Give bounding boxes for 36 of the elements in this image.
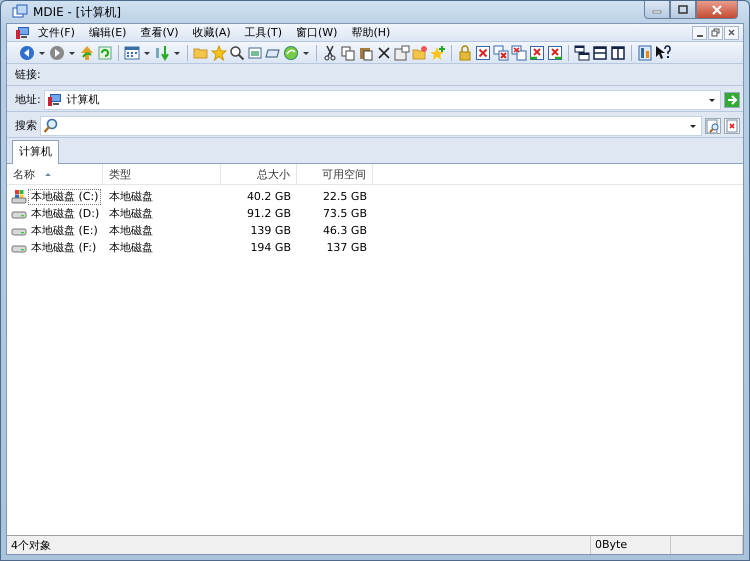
column-header[interactable]: 类型 bbox=[103, 164, 221, 184]
links-label: 链接: bbox=[15, 67, 41, 82]
address-label: 地址: bbox=[15, 92, 41, 107]
status-text: 4个对象 bbox=[11, 539, 51, 552]
menu-item[interactable]: 工具(T) bbox=[238, 24, 289, 41]
type-cell-text: 本地磁盘 bbox=[108, 223, 154, 238]
menu-item[interactable]: 查看(V) bbox=[133, 24, 186, 41]
total-size-cell-text: 194 GB bbox=[249, 241, 292, 254]
free-space-cell-text: 22.5 GB bbox=[322, 190, 368, 203]
drive-name[interactable]: 本地磁盘 (D:) bbox=[28, 206, 102, 222]
total-size-cell-text: 91.2 GB bbox=[246, 207, 292, 220]
drive-name[interactable]: 本地磁盘 (F:) bbox=[28, 240, 100, 256]
status-text: 0Byte bbox=[595, 538, 628, 551]
window-title: MDIE - [计算机] bbox=[33, 4, 122, 20]
menu-item[interactable]: 编辑(E) bbox=[82, 24, 134, 41]
address-text: 计算机 bbox=[66, 92, 101, 107]
type-cell-text: 本地磁盘 bbox=[108, 240, 154, 255]
tab[interactable]: 计算机 bbox=[12, 140, 59, 164]
address-field[interactable]: 计算机 bbox=[44, 90, 721, 110]
drive-name[interactable]: 本地磁盘 (E:) bbox=[28, 222, 101, 238]
type-cell-text: 本地磁盘 bbox=[108, 189, 154, 204]
column-header[interactable]: 总大小 bbox=[221, 164, 297, 184]
total-size-cell-text: 40.2 GB bbox=[246, 190, 292, 203]
column-header[interactable]: 名称 bbox=[7, 164, 103, 184]
column-header[interactable]: 可用空间 bbox=[297, 164, 373, 184]
search-label: 搜索 bbox=[15, 118, 37, 133]
drive-name[interactable]: 本地磁盘 (C:) bbox=[28, 188, 102, 204]
total-size-cell-text: 139 GB bbox=[249, 224, 292, 237]
menu-item[interactable]: 收藏(A) bbox=[186, 24, 238, 41]
free-space-cell-text: 137 GB bbox=[325, 241, 368, 254]
type-cell-text: 本地磁盘 bbox=[108, 206, 154, 221]
menu-item[interactable]: 文件(F) bbox=[31, 24, 82, 41]
menu-item[interactable]: 帮助(H) bbox=[344, 24, 398, 41]
menu-item[interactable]: 窗口(W) bbox=[289, 24, 344, 41]
free-space-cell-text: 73.5 GB bbox=[322, 207, 368, 220]
free-space-cell-text: 46.3 GB bbox=[322, 224, 368, 237]
